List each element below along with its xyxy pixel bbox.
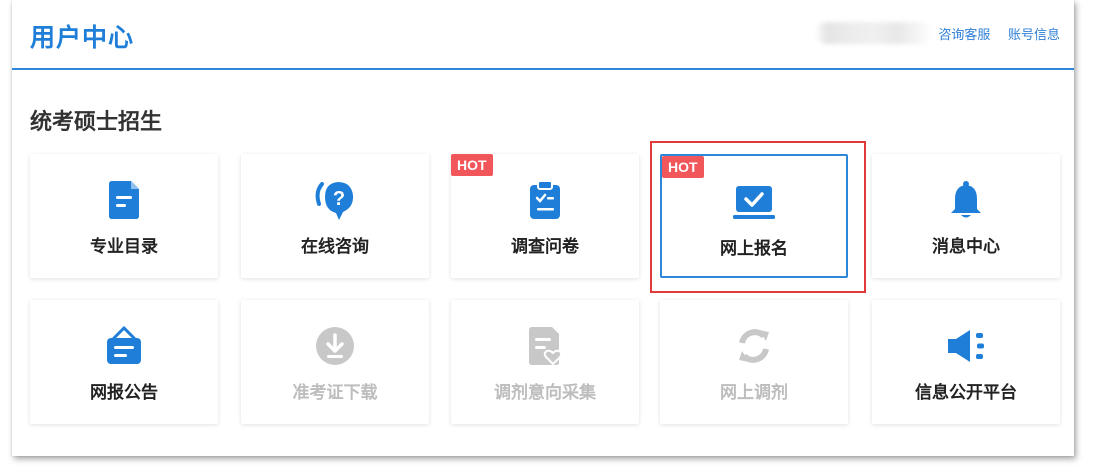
hot-badge: HOT bbox=[451, 154, 493, 176]
megaphone-icon bbox=[872, 326, 1060, 366]
bell-icon bbox=[872, 180, 1060, 220]
laptop-check-icon bbox=[662, 182, 846, 222]
refresh-icon bbox=[660, 326, 848, 366]
header-links: 咨询客服 账号信息 bbox=[924, 24, 1060, 43]
card-admission-ticket-download: 准考证下载 bbox=[241, 300, 429, 424]
page-title: 用户中心 bbox=[30, 24, 135, 52]
form-heart-icon bbox=[451, 326, 639, 366]
header: 用户中心 咨询客服 账号信息 bbox=[12, 0, 1074, 70]
card-label: 在线咨询 bbox=[301, 237, 369, 256]
svg-text:?: ? bbox=[333, 188, 345, 210]
section-title: 统考硕士招生 bbox=[30, 109, 163, 134]
card-label: 网上报名 bbox=[720, 239, 788, 258]
card-label: 消息中心 bbox=[932, 237, 1000, 256]
card-major-catalog[interactable]: 专业目录 bbox=[30, 154, 218, 278]
card-information-disclosure[interactable]: 信息公开平台 bbox=[872, 300, 1060, 424]
download-circle-icon bbox=[241, 326, 429, 366]
account-info-link[interactable]: 账号信息 bbox=[1008, 27, 1060, 42]
clipboard-checklist-icon bbox=[451, 180, 639, 220]
card-label: 准考证下载 bbox=[292, 383, 378, 402]
card-label: 调剂意向采集 bbox=[494, 383, 596, 402]
card-survey[interactable]: HOT 调查问卷 bbox=[451, 154, 639, 278]
customer-service-link[interactable]: 咨询客服 bbox=[938, 27, 990, 42]
card-label: 网上调剂 bbox=[720, 383, 788, 402]
question-chat-icon: ? bbox=[241, 180, 429, 220]
card-label: 信息公开平台 bbox=[915, 383, 1017, 402]
user-center-panel: 用户中心 咨询客服 账号信息 统考硕士招生 专业目录 ? 在线咨询 HOT 调查… bbox=[12, 0, 1074, 456]
user-name-blurred bbox=[815, 22, 933, 44]
card-label: 网报公告 bbox=[90, 383, 158, 402]
card-label: 专业目录 bbox=[90, 237, 158, 256]
document-icon bbox=[30, 180, 218, 220]
card-message-center[interactable]: 消息中心 bbox=[872, 154, 1060, 278]
card-registration-notice[interactable]: 网报公告 bbox=[30, 300, 218, 424]
card-label: 调查问卷 bbox=[511, 237, 579, 256]
notice-board-icon bbox=[30, 326, 218, 366]
card-online-adjustment: 网上调剂 bbox=[660, 300, 848, 424]
card-adjustment-intent: 调剂意向采集 bbox=[451, 300, 639, 424]
card-online-consult[interactable]: ? 在线咨询 bbox=[241, 154, 429, 278]
card-online-registration[interactable]: HOT 网上报名 bbox=[660, 154, 848, 278]
hot-badge: HOT bbox=[662, 156, 704, 178]
